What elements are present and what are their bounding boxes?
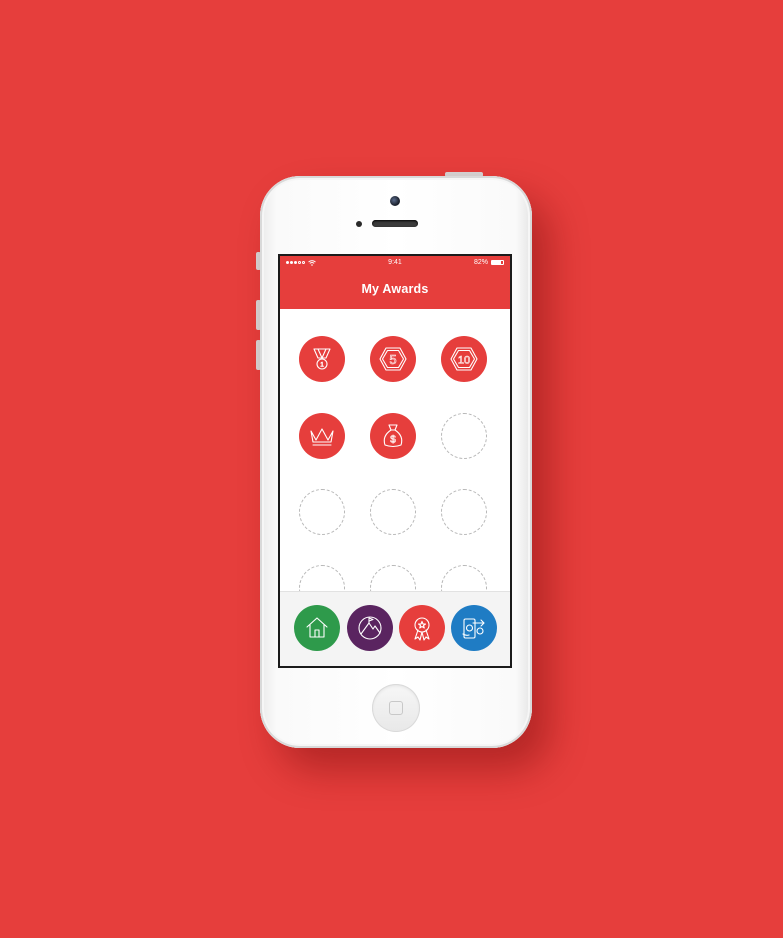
page-title: My Awards xyxy=(361,282,429,296)
svg-text:$: $ xyxy=(390,435,396,446)
tab-home[interactable] xyxy=(294,605,340,651)
header-bar: My Awards xyxy=(280,269,510,309)
status-time: 9:41 xyxy=(388,259,402,266)
signal-strength-icon xyxy=(286,261,305,264)
mountain-icon xyxy=(356,614,384,642)
svg-text:10: 10 xyxy=(458,355,470,367)
awards-grid[interactable]: 1 5 10 $ xyxy=(280,309,510,591)
money-bag-icon: $ xyxy=(378,421,408,451)
award-slot-empty[interactable] xyxy=(441,489,487,535)
home-hardware-button[interactable] xyxy=(372,684,420,732)
home-icon xyxy=(303,614,331,642)
award-badge[interactable] xyxy=(299,413,345,459)
tab-awards[interactable] xyxy=(399,605,445,651)
award-slot-empty[interactable] xyxy=(299,489,345,535)
phone-transfer-icon xyxy=(460,614,488,642)
status-bar: 9:41 82% xyxy=(280,256,510,269)
award-slot-empty[interactable] xyxy=(370,489,416,535)
award-badge[interactable]: 5 xyxy=(370,336,416,382)
award-badge[interactable]: 10 xyxy=(441,336,487,382)
award-badge[interactable]: 1 xyxy=(299,336,345,382)
battery-icon xyxy=(490,260,504,265)
app-screen: 9:41 82% My Awards 1 5 10 $ xyxy=(278,254,512,668)
crown-icon xyxy=(307,421,337,451)
battery-percent: 82% xyxy=(473,259,488,266)
front-camera xyxy=(390,196,400,206)
earpiece-speaker xyxy=(372,220,418,227)
signal-dot xyxy=(294,261,297,264)
tab-transfer[interactable] xyxy=(451,605,497,651)
tab-goals[interactable] xyxy=(347,605,393,651)
award-badge[interactable]: $ xyxy=(370,413,416,459)
svg-text:1: 1 xyxy=(320,362,324,369)
bottom-tab-bar xyxy=(280,591,510,666)
home-button-square-icon xyxy=(389,701,403,715)
phone-device: 9:41 82% My Awards 1 5 10 $ xyxy=(260,176,532,748)
award-ribbon-icon xyxy=(408,614,436,642)
hexagon-10-icon: 10 xyxy=(449,344,479,374)
award-slot-empty[interactable] xyxy=(441,565,487,591)
hexagon-5-icon: 5 xyxy=(378,344,408,374)
proximity-sensor xyxy=(356,221,362,227)
award-slot-empty[interactable] xyxy=(370,565,416,591)
signal-dot xyxy=(302,261,305,264)
award-slot-empty[interactable] xyxy=(441,413,487,459)
battery-indicator: 82% xyxy=(474,259,504,266)
wifi-icon xyxy=(308,259,316,266)
signal-dot xyxy=(286,261,289,264)
signal-dot xyxy=(298,261,301,264)
signal-dot xyxy=(290,261,293,264)
award-slot-empty[interactable] xyxy=(299,565,345,591)
svg-text:5: 5 xyxy=(389,352,396,367)
medal-icon: 1 xyxy=(307,344,337,374)
